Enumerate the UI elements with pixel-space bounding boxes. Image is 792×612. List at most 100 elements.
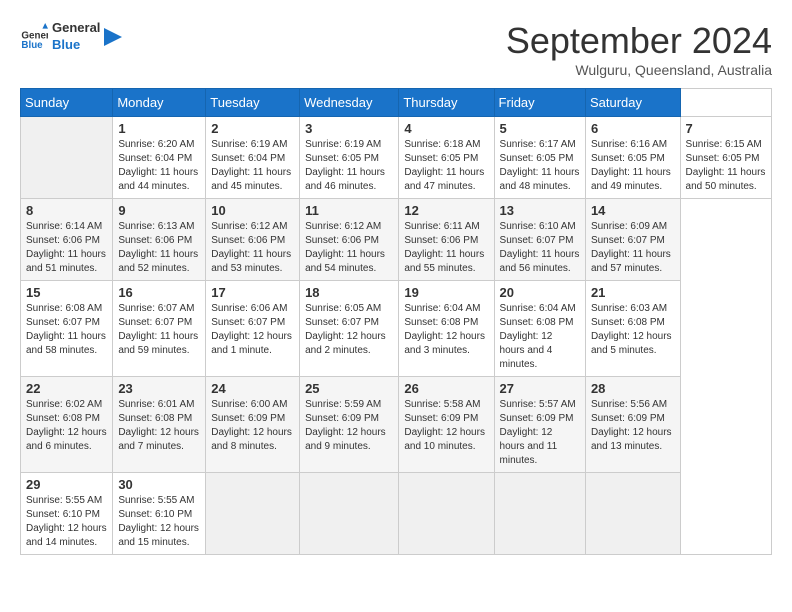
calendar-table: SundayMondayTuesdayWednesdayThursdayFrid… [20,88,772,555]
calendar-cell: 25 Sunrise: 5:59 AM Sunset: 6:09 PM Dayl… [300,377,399,473]
calendar-cell: 1 Sunrise: 6:20 AM Sunset: 6:04 PM Dayli… [113,117,206,199]
cell-content: Sunrise: 5:58 AM Sunset: 6:09 PM Dayligh… [404,398,488,454]
calendar-cell: 6 Sunrise: 6:16 AM Sunset: 6:05 PM Dayli… [585,117,680,199]
calendar-cell [494,473,585,555]
calendar-cell [585,473,680,555]
cell-content: Sunrise: 6:09 AM Sunset: 6:07 PM Dayligh… [591,220,675,276]
day-number: 23 [118,381,200,396]
calendar-cell: 15 Sunrise: 6:08 AM Sunset: 6:07 PM Dayl… [21,281,113,377]
day-number: 29 [26,477,107,492]
calendar-cell: 22 Sunrise: 6:02 AM Sunset: 6:08 PM Dayl… [21,377,113,473]
cell-content: Sunrise: 6:13 AM Sunset: 6:06 PM Dayligh… [118,220,200,276]
calendar-cell [21,117,113,199]
cell-content: Sunrise: 6:20 AM Sunset: 6:04 PM Dayligh… [118,138,200,194]
calendar-cell: 17 Sunrise: 6:06 AM Sunset: 6:07 PM Dayl… [206,281,300,377]
calendar-cell: 13 Sunrise: 6:10 AM Sunset: 6:07 PM Dayl… [494,199,585,281]
weekday-header: Saturday [585,89,680,117]
day-number: 5 [500,121,580,136]
day-number: 24 [211,381,294,396]
calendar-cell: 12 Sunrise: 6:11 AM Sunset: 6:06 PM Dayl… [399,199,494,281]
day-number: 26 [404,381,488,396]
month-title: September 2024 [506,20,772,62]
day-number: 11 [305,203,393,218]
title-block: September 2024 Wulguru, Queensland, Aust… [506,20,772,78]
cell-content: Sunrise: 6:03 AM Sunset: 6:08 PM Dayligh… [591,302,675,358]
cell-content: Sunrise: 5:59 AM Sunset: 6:09 PM Dayligh… [305,398,393,454]
day-number: 2 [211,121,294,136]
cell-content: Sunrise: 6:16 AM Sunset: 6:05 PM Dayligh… [591,138,675,194]
day-number: 19 [404,285,488,300]
location-subtitle: Wulguru, Queensland, Australia [506,62,772,78]
calendar-cell: 27 Sunrise: 5:57 AM Sunset: 6:09 PM Dayl… [494,377,585,473]
svg-text:Blue: Blue [21,40,43,51]
cell-content: Sunrise: 6:19 AM Sunset: 6:04 PM Dayligh… [211,138,294,194]
day-number: 22 [26,381,107,396]
weekday-header: Tuesday [206,89,300,117]
cell-content: Sunrise: 5:57 AM Sunset: 6:09 PM Dayligh… [500,398,580,468]
calendar-cell: 11 Sunrise: 6:12 AM Sunset: 6:06 PM Dayl… [300,199,399,281]
day-number: 1 [118,121,200,136]
calendar-cell: 29 Sunrise: 5:55 AM Sunset: 6:10 PM Dayl… [21,473,113,555]
cell-content: Sunrise: 6:12 AM Sunset: 6:06 PM Dayligh… [305,220,393,276]
cell-content: Sunrise: 6:10 AM Sunset: 6:07 PM Dayligh… [500,220,580,276]
calendar-cell: 23 Sunrise: 6:01 AM Sunset: 6:08 PM Dayl… [113,377,206,473]
blue-arrow-icon [104,28,122,46]
cell-content: Sunrise: 5:56 AM Sunset: 6:09 PM Dayligh… [591,398,675,454]
calendar-cell: 7 Sunrise: 6:15 AM Sunset: 6:05 PM Dayli… [680,117,771,199]
weekday-header: Sunday [21,89,113,117]
calendar-cell: 2 Sunrise: 6:19 AM Sunset: 6:04 PM Dayli… [206,117,300,199]
calendar-cell [300,473,399,555]
day-number: 3 [305,121,393,136]
calendar-cell: 5 Sunrise: 6:17 AM Sunset: 6:05 PM Dayli… [494,117,585,199]
day-number: 17 [211,285,294,300]
calendar-cell: 24 Sunrise: 6:00 AM Sunset: 6:09 PM Dayl… [206,377,300,473]
cell-content: Sunrise: 6:04 AM Sunset: 6:08 PM Dayligh… [500,302,580,372]
page-header: General Blue General Blue September 2024… [20,20,772,78]
calendar-cell: 9 Sunrise: 6:13 AM Sunset: 6:06 PM Dayli… [113,199,206,281]
cell-content: Sunrise: 6:12 AM Sunset: 6:06 PM Dayligh… [211,220,294,276]
calendar-cell [399,473,494,555]
calendar-cell: 14 Sunrise: 6:09 AM Sunset: 6:07 PM Dayl… [585,199,680,281]
cell-content: Sunrise: 6:00 AM Sunset: 6:09 PM Dayligh… [211,398,294,454]
day-number: 8 [26,203,107,218]
weekday-header-row: SundayMondayTuesdayWednesdayThursdayFrid… [21,89,772,117]
logo-icon: General Blue [20,23,48,51]
day-number: 10 [211,203,294,218]
calendar-cell: 16 Sunrise: 6:07 AM Sunset: 6:07 PM Dayl… [113,281,206,377]
cell-content: Sunrise: 6:18 AM Sunset: 6:05 PM Dayligh… [404,138,488,194]
cell-content: Sunrise: 6:08 AM Sunset: 6:07 PM Dayligh… [26,302,107,358]
cell-content: Sunrise: 6:15 AM Sunset: 6:05 PM Dayligh… [686,138,766,194]
calendar-cell: 19 Sunrise: 6:04 AM Sunset: 6:08 PM Dayl… [399,281,494,377]
day-number: 7 [686,121,766,136]
cell-content: Sunrise: 6:04 AM Sunset: 6:08 PM Dayligh… [404,302,488,358]
weekday-header: Friday [494,89,585,117]
day-number: 18 [305,285,393,300]
cell-content: Sunrise: 6:07 AM Sunset: 6:07 PM Dayligh… [118,302,200,358]
calendar-cell: 18 Sunrise: 6:05 AM Sunset: 6:07 PM Dayl… [300,281,399,377]
day-number: 15 [26,285,107,300]
cell-content: Sunrise: 6:11 AM Sunset: 6:06 PM Dayligh… [404,220,488,276]
weekday-header: Thursday [399,89,494,117]
cell-content: Sunrise: 6:17 AM Sunset: 6:05 PM Dayligh… [500,138,580,194]
day-number: 27 [500,381,580,396]
weekday-header: Monday [113,89,206,117]
day-number: 21 [591,285,675,300]
day-number: 25 [305,381,393,396]
calendar-cell: 28 Sunrise: 5:56 AM Sunset: 6:09 PM Dayl… [585,377,680,473]
cell-content: Sunrise: 6:02 AM Sunset: 6:08 PM Dayligh… [26,398,107,454]
weekday-header: Wednesday [300,89,399,117]
calendar-cell [206,473,300,555]
day-number: 9 [118,203,200,218]
calendar-cell: 30 Sunrise: 5:55 AM Sunset: 6:10 PM Dayl… [113,473,206,555]
calendar-cell: 4 Sunrise: 6:18 AM Sunset: 6:05 PM Dayli… [399,117,494,199]
logo: General Blue General Blue [20,20,122,54]
day-number: 6 [591,121,675,136]
day-number: 4 [404,121,488,136]
cell-content: Sunrise: 5:55 AM Sunset: 6:10 PM Dayligh… [26,494,107,550]
calendar-cell: 10 Sunrise: 6:12 AM Sunset: 6:06 PM Dayl… [206,199,300,281]
calendar-cell: 8 Sunrise: 6:14 AM Sunset: 6:06 PM Dayli… [21,199,113,281]
calendar-cell: 21 Sunrise: 6:03 AM Sunset: 6:08 PM Dayl… [585,281,680,377]
day-number: 12 [404,203,488,218]
cell-content: Sunrise: 6:19 AM Sunset: 6:05 PM Dayligh… [305,138,393,194]
cell-content: Sunrise: 6:01 AM Sunset: 6:08 PM Dayligh… [118,398,200,454]
